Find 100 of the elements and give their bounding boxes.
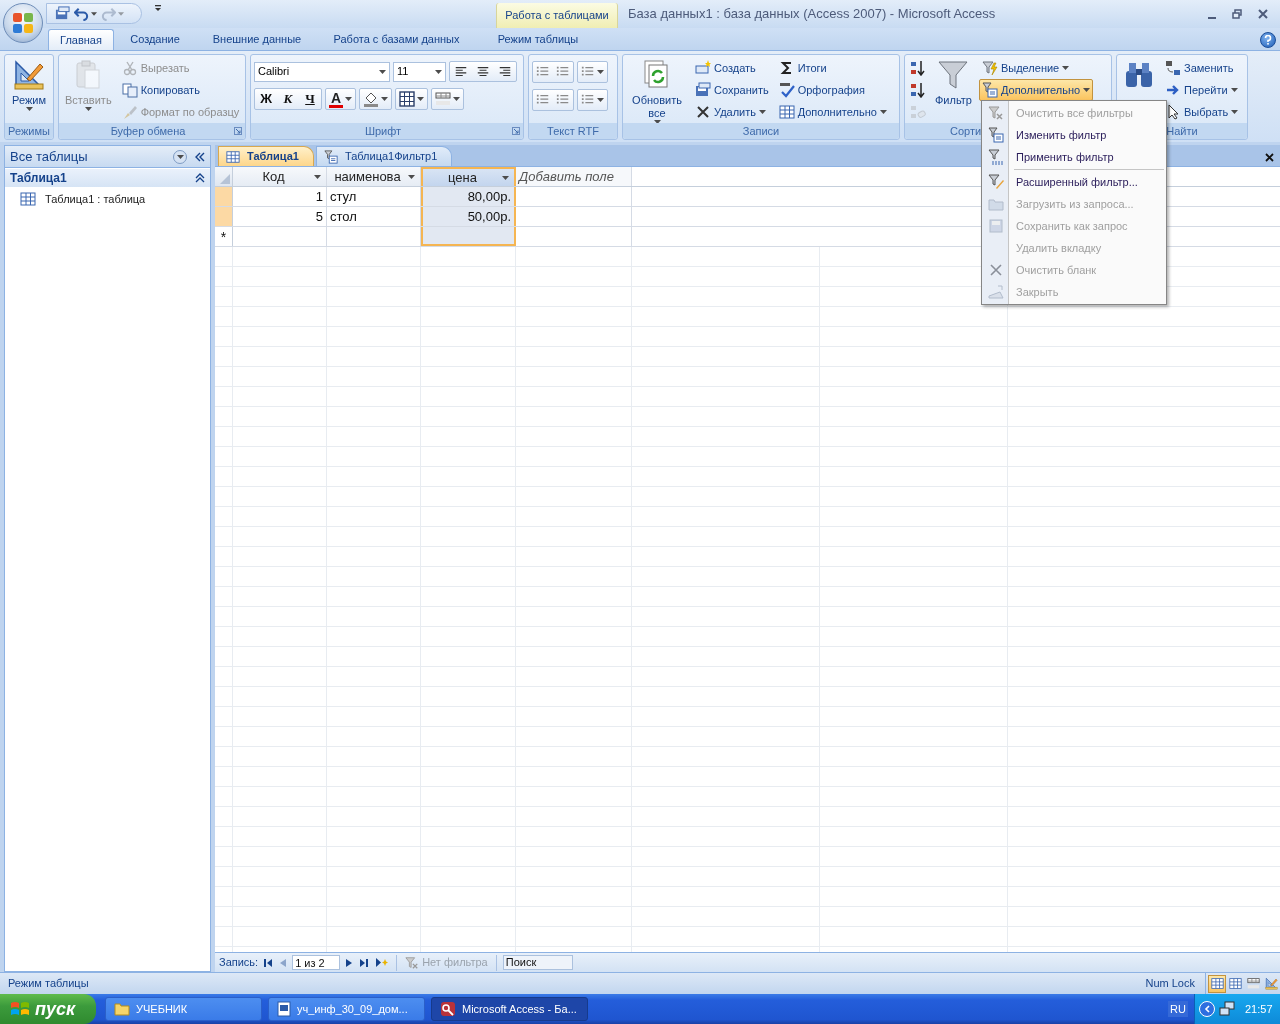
ribbon-button[interactable]: Орфография [775,79,890,101]
dialog-launcher-button[interactable] [512,127,520,135]
table-icon [1228,977,1242,990]
redo-icon [101,6,116,21]
funnel-form-icon [981,82,998,98]
font-style-button[interactable]: Ж [255,89,277,109]
menu-item[interactable]: Применить фильтр [982,146,1166,168]
undo-button[interactable] [74,6,97,21]
taskbar-button[interactable]: Microsoft Access - Ба... [431,997,588,1021]
sort-ascending-icon [910,60,926,76]
ribbon-tab[interactable]: Работа с базами данных [318,29,475,50]
font-name-field[interactable]: Calibri [254,61,390,82]
caret-icon [84,107,92,111]
funnel-form-icon [987,127,1004,143]
ribbon-button[interactable]: Заменить [1162,57,1242,79]
ribbon-button[interactable]: Удалить [692,101,772,123]
column-header[interactable]: цена [421,167,516,186]
ribbon-button[interactable]: Выделение [978,57,1094,79]
taskbar-button[interactable]: уч_инф_30_09_дом... [268,997,425,1021]
font-style-button[interactable]: К [277,89,299,109]
table-cell: 5 [233,207,327,226]
help-button[interactable] [1260,32,1276,48]
record-number-field[interactable]: 1 из 2 [292,955,341,970]
column-header[interactable]: Код [233,167,327,186]
ribbon-tab[interactable]: Создание [114,29,196,50]
menu-item[interactable]: Расширенный фильтр... [982,171,1166,193]
ribbon-button[interactable]: Копировать [118,79,243,101]
new-record-button[interactable] [374,958,391,967]
dialog-launcher-icon [234,127,242,135]
ribbon-button[interactable]: Итоги [775,57,890,79]
first-record-button[interactable] [262,958,275,967]
table-icon [225,149,241,164]
group-label: Сорти [950,123,982,139]
previous-record-icon [280,958,287,967]
table-cell: 80,00р. [421,187,516,206]
caret-icon [597,70,604,74]
context-tab-label: Работа с таблицами [496,3,618,28]
close-document-button[interactable] [1265,153,1274,162]
ribbon-button[interactable]: Перейти [1162,79,1242,101]
datasheet-view-button[interactable] [1208,974,1226,993]
search-field[interactable]: Поиск [502,955,573,970]
show-hidden-icons-button[interactable] [1199,1001,1215,1017]
caret-icon [1230,88,1238,92]
text-lines-icon [498,64,512,79]
document-tab[interactable]: Таблица1 [218,146,314,166]
dialog-launcher-button[interactable] [234,127,242,135]
caret-icon [379,69,386,74]
x-icon [987,262,1004,278]
document-tab[interactable]: Таблица1Фильтр1 [315,146,453,166]
first-record-icon [264,958,273,967]
save-button[interactable] [55,6,70,21]
collapse-pane-button[interactable] [195,151,205,162]
alternate-fill-button[interactable] [431,88,465,110]
fill-color-button[interactable] [359,88,393,110]
gridlines-button[interactable] [395,88,429,110]
group-label: Текст RTF [547,123,599,139]
ribbon-large-button[interactable]: Фильтр [932,57,975,123]
ribbon-button[interactable]: Создать [692,57,772,79]
restore-icon [1232,9,1242,19]
office-button[interactable] [3,3,43,43]
funnel-pencil-icon [987,174,1004,190]
group-label: Режимы [8,123,50,139]
font-style-button[interactable]: Ч [299,89,321,109]
close-button[interactable] [1256,7,1270,21]
start-button[interactable]: пуск [0,994,96,1024]
tray-arrow-icon [987,284,1004,300]
ribbon-large-button[interactable]: Режим [8,57,50,123]
caret-icon [417,97,425,101]
column-header[interactable]: Добавить поле [516,167,632,186]
font-color-button[interactable]: A [325,88,357,110]
last-record-icon [360,958,369,967]
paragraph-button[interactable] [577,89,608,111]
ribbon-button[interactable]: Сохранить [692,79,772,101]
new-record-icon [376,958,389,967]
folder-icon [987,196,1004,212]
last-record-button[interactable] [358,958,371,967]
paragraph-button[interactable] [577,61,608,83]
ribbon-tab[interactable]: Внешние данные [196,29,318,50]
nav-item[interactable]: Таблица1 : таблица [5,189,210,209]
taskbar-button[interactable]: УЧЕБНИК [105,997,262,1021]
language-indicator[interactable]: RU [1168,1000,1188,1018]
ribbon-tab[interactable]: Режим таблицы [478,29,598,50]
corner-triangle-icon [220,174,230,184]
ribbon-button[interactable]: Дополнительно [978,79,1094,101]
caret-icon [597,98,604,102]
window-title: База данных1 : база данных (Access 2007) - Microsoft Access [628,5,996,24]
ribbon-button[interactable]: Дополнительно [775,101,890,123]
pane-menu-button[interactable] [173,149,187,164]
caret-icon [154,4,162,12]
ribbon-tab[interactable]: Главная [48,29,114,50]
sort-descending-icon [910,82,926,98]
column-header[interactable]: наименова [327,167,421,186]
paint-bucket-icon [363,91,380,107]
office-logo-icon [11,11,35,35]
ribbon-large-button[interactable]: Обновить все [626,57,688,123]
menu-item[interactable]: Изменить фильтр [982,124,1166,146]
gridlines-icon [1246,977,1260,990]
restore-button[interactable] [1230,7,1244,21]
group-header[interactable]: Таблица1 [5,169,210,187]
font-size-field[interactable]: 11 [393,61,446,82]
